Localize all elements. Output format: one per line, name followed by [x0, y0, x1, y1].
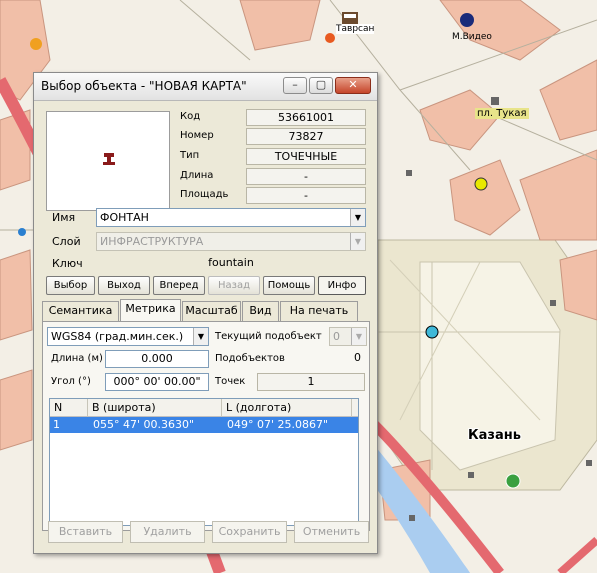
coordinate-system-select[interactable]: WGS84 (град.мин.сек.) ▼	[47, 327, 209, 346]
angle-label: Угол (°)	[51, 376, 91, 387]
vyhod-button[interactable]: Выход	[98, 276, 150, 295]
tab-semantika[interactable]: Семантика	[42, 301, 119, 321]
current-subobject-select[interactable]: 0 ▼	[329, 327, 367, 346]
points-label: Точек	[215, 376, 246, 387]
kod-value: 53661001	[246, 109, 366, 126]
square-map-label: пл. Тукая	[475, 108, 529, 119]
window-titlebar[interactable]: Выбор объекта - "НОВАЯ КАРТА" – ▢ ✕	[34, 73, 377, 101]
nomer-label: Номер	[180, 130, 214, 141]
fountain-icon	[103, 153, 115, 165]
coordinates-table[interactable]: N B (широта) L (долгота) 1 055° 47' 00.3…	[49, 398, 359, 526]
ploshad-label: Площадь	[180, 189, 229, 200]
cell-l: 049° 07' 25.0867"	[227, 418, 329, 431]
chevron-down-icon[interactable]: ▼	[351, 328, 366, 345]
chevron-down-icon[interactable]: ▼	[350, 209, 365, 226]
udalit-button[interactable]: Удалить	[130, 521, 205, 543]
chevron-down-icon[interactable]: ▼	[193, 328, 208, 345]
klyuch-value: fountain	[96, 255, 366, 272]
vpered-button[interactable]: Вперед	[153, 276, 205, 295]
cell-b: 055° 47' 00.3630"	[93, 418, 195, 431]
klyuch-label: Ключ	[52, 257, 83, 270]
maximize-button[interactable]: ▢	[309, 77, 333, 94]
tip-value: ТОЧЕЧНЫЕ	[246, 148, 366, 165]
city-map-label: Казань	[468, 428, 521, 443]
subobjects-label: Подобъектов	[215, 353, 285, 364]
tab-metrika[interactable]: Метрика	[120, 299, 181, 321]
sloy-label: Слой	[52, 235, 81, 248]
object-preview	[46, 111, 170, 211]
otmenit-button[interactable]: Отменить	[294, 521, 369, 543]
length-input[interactable]: 0.000	[105, 350, 209, 368]
nazad-button[interactable]: Назад	[208, 276, 260, 295]
column-header-b[interactable]: B (широта)	[88, 399, 222, 417]
sloy-select-value: ИНФРАСТРУКТУРА	[100, 235, 204, 248]
chevron-down-icon[interactable]: ▼	[350, 233, 365, 250]
coordinate-system-value: WGS84 (град.мин.сек.)	[51, 330, 184, 343]
nomer-value: 73827	[246, 128, 366, 145]
close-button[interactable]: ✕	[335, 77, 371, 94]
length-label: Длина (м)	[51, 353, 103, 364]
object-selection-window: Выбор объекта - "НОВАЯ КАРТА" – ▢ ✕ Код …	[33, 72, 378, 554]
table-row[interactable]: 1 055° 47' 00.3630" 049° 07' 25.0867"	[50, 417, 358, 433]
current-subobject-label: Текущий подобъект	[215, 331, 322, 342]
window-title: Выбор объекта - "НОВАЯ КАРТА"	[41, 79, 247, 93]
metrika-panel: WGS84 (град.мин.сек.) ▼ Текущий подобъек…	[42, 321, 370, 531]
dlina-label: Длина	[180, 170, 214, 181]
info-button[interactable]: Инфо	[318, 276, 366, 295]
subobjects-value: 0	[329, 350, 365, 368]
column-header-n[interactable]: N	[50, 399, 88, 417]
vybor-button[interactable]: Выбор	[46, 276, 95, 295]
tab-masshtab[interactable]: Масштаб	[182, 301, 241, 321]
angle-input[interactable]: 000° 00' 00.00"	[105, 373, 209, 391]
store-map-label: М.Видео	[452, 32, 492, 42]
hotel-map-label: Таврсан	[336, 24, 375, 34]
ploshad-value: -	[246, 187, 366, 204]
vstavit-button[interactable]: Вставить	[48, 521, 123, 543]
imya-select-value: ФОНТАН	[100, 211, 149, 224]
imya-select[interactable]: ФОНТАН ▼	[96, 208, 366, 227]
pomosh-button[interactable]: Помощь	[263, 276, 315, 295]
imya-label: Имя	[52, 211, 76, 224]
sohranit-button[interactable]: Сохранить	[212, 521, 287, 543]
dlina-value: -	[246, 168, 366, 185]
current-subobject-value: 0	[333, 330, 340, 343]
sloy-select[interactable]: ИНФРАСТРУКТУРА ▼	[96, 232, 366, 251]
minimize-button[interactable]: –	[283, 77, 307, 94]
tab-vid[interactable]: Вид	[242, 301, 279, 321]
column-header-l[interactable]: L (долгота)	[222, 399, 352, 417]
tip-label: Тип	[180, 150, 200, 161]
cell-n: 1	[53, 418, 60, 431]
tab-na-pechat[interactable]: На печать	[280, 301, 358, 321]
points-value: 1	[257, 373, 365, 391]
table-header: N B (широта) L (долгота)	[50, 399, 358, 417]
kod-label: Код	[180, 111, 201, 122]
